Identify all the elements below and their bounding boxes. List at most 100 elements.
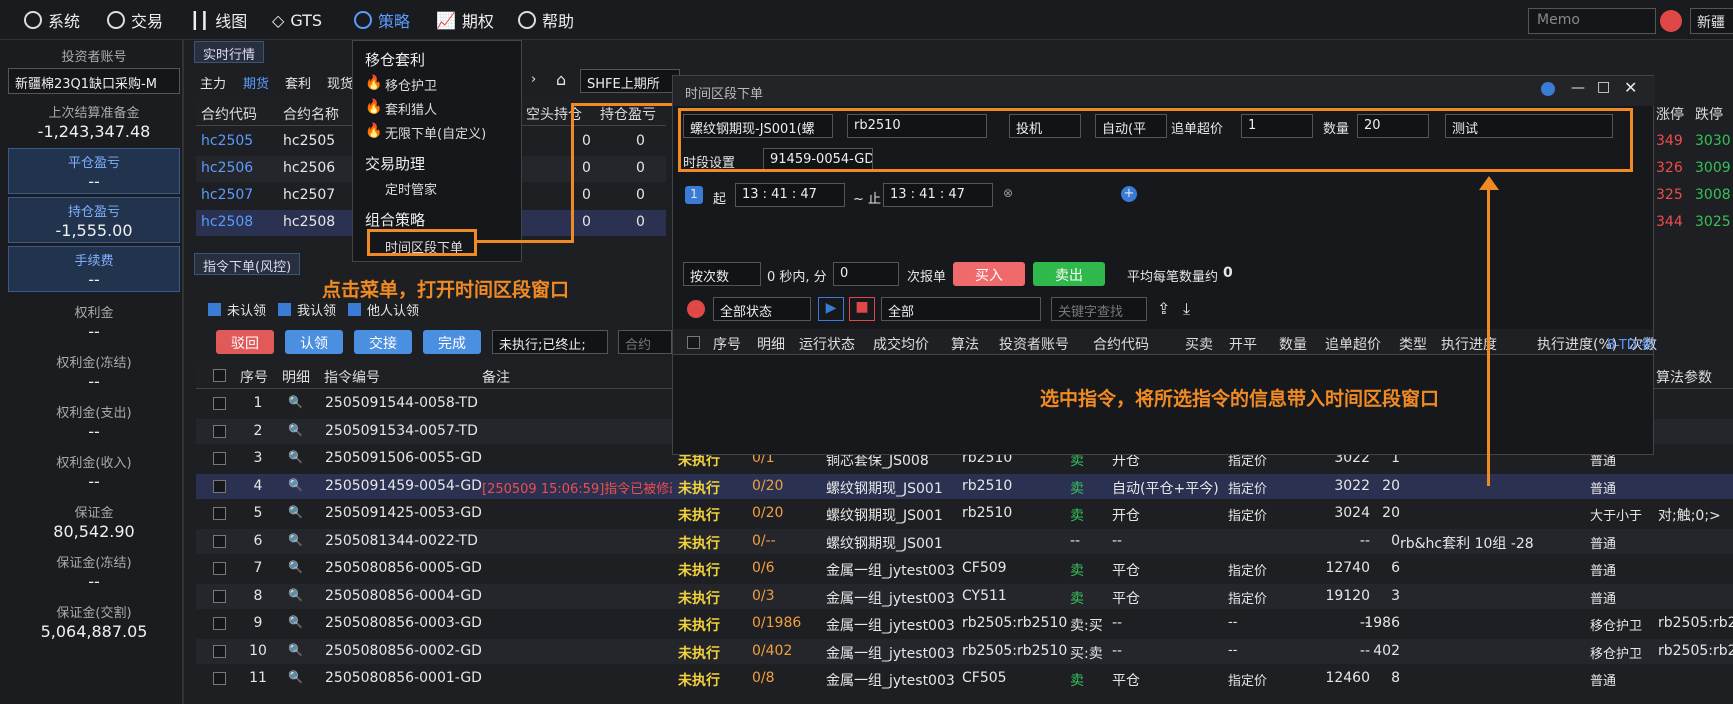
magnifier-icon[interactable]: 🔍 [288,478,303,492]
check-others[interactable]: 他人认领 [348,300,419,319]
magnifier-icon[interactable]: 🔍 [288,588,303,602]
subtab-futures[interactable]: 期货 [243,73,269,92]
cell-qty: 6 [1391,560,1400,576]
status-filter[interactable]: 未执行;已终止; [492,330,608,354]
keyword-search[interactable]: 关键字查找 [1051,297,1147,321]
minimize-icon[interactable]: — [1571,80,1585,96]
row-checkbox[interactable] [213,534,226,548]
play-icon[interactable]: ▶ [818,297,844,321]
subtab-main[interactable]: 主力 [200,73,226,92]
magnifier-icon[interactable]: 🔍 [288,560,303,574]
to-time[interactable]: 13 : 41 : 47 [883,183,993,207]
menu-gts[interactable]: ◇ GTS [272,9,322,31]
claim-button[interactable]: 认领 [285,330,343,354]
row-checkbox[interactable] [213,672,226,685]
checkbox[interactable] [208,303,221,316]
menu-strategy[interactable]: 策略 [354,9,410,31]
select-all-checkbox[interactable] [687,336,700,349]
subtab-arb[interactable]: 套利 [285,73,311,92]
table-row[interactable]: 🔍 9 2505080856-0003-GD 未执行 0/1986 金属一组_jytest… [196,611,1733,636]
stop-icon[interactable]: ■ [849,297,875,321]
row-checkbox[interactable] [213,424,226,438]
row-checkbox[interactable] [213,644,226,658]
field-label: 权利金 [74,306,114,321]
sell-button[interactable]: 卖出 [1033,262,1105,286]
contract-filter[interactable]: 合约 [618,330,672,354]
tab-orders[interactable]: 指令下单(风控) [194,253,301,275]
table-row[interactable]: 🔍 4 2505091459-0054-GD [250509 15:06:59]指令已… [196,473,1733,499]
col-pnl: 持仓盈亏 [600,107,656,123]
split-input[interactable]: 0 [833,262,899,286]
close-icon[interactable]: ✕ [1624,78,1637,97]
complete-button[interactable]: 完成 [423,330,481,354]
buy-button[interactable]: 买入 [953,262,1025,286]
cell-note: [250509 15:06:59]指令已被修改 [482,481,672,497]
checkbox[interactable] [348,303,361,316]
magnifier-icon[interactable]: 🔍 [288,450,303,464]
cell-prod: 螺纹钢期现_JS001 [826,535,943,552]
mode-select[interactable]: 按次数 [683,262,761,286]
magnifier-icon[interactable]: 🔍 [288,423,303,437]
account-select[interactable]: 新疆棉23Q1缺口采购-M [8,68,180,94]
account-filter[interactable]: 全部 [881,297,1041,321]
handover-button[interactable]: 交接 [354,330,412,354]
menu-item-arb-hunter[interactable]: 套利猎人 [385,99,437,118]
row-checkbox[interactable] [213,589,226,603]
table-row[interactable]: 🔍 11 2505080856-0001-GD 未执行 0/8 金属一组_jytest00… [196,666,1733,691]
row-checkbox[interactable] [213,507,226,520]
check-unclaimed[interactable]: 未认领 [208,300,266,319]
magnifier-icon[interactable]: 🔍 [288,533,303,547]
menu-item-rollover-guard[interactable]: 移仓护卫 [385,75,437,94]
chart-icon: 📈 [436,10,456,30]
delete-icon[interactable] [687,300,705,318]
menu-help[interactable]: 帮助 [518,9,574,31]
cell-id: 2505080856-0005-GD [325,560,482,576]
magnifier-icon[interactable]: 🔍 [288,395,303,409]
menu-trade[interactable]: 交易 [107,9,163,31]
menu-item-timer[interactable]: 定时管家 [385,179,437,198]
export-icon[interactable]: ⇪ [1157,299,1170,318]
import-icon[interactable]: ⤓ [1183,299,1190,319]
row-checkbox[interactable] [213,452,226,465]
table-row[interactable]: 🔍 6 2505081344-0022-TD 未执行 0/-- 螺纹钢期现_JS001 --… [196,528,1733,554]
row-checkbox[interactable] [213,397,226,410]
magnifier-icon[interactable]: 🔍 [288,670,303,684]
table-row[interactable]: 🔍 8 2505080856-0004-GD 未执行 0/3 金属一组_jytest003… [196,583,1733,609]
magnifier-icon[interactable]: 🔍 [288,615,303,629]
tab-quotes[interactable]: 实时行情 [194,41,265,63]
segment-index: 1 [685,186,703,204]
table-row[interactable]: 🔍 10 2505080856-0002-GD 未执行 0/402 金属一组_jytest… [196,638,1733,664]
status-select[interactable]: 全部状态 [713,297,811,321]
table-row[interactable]: 🔍 7 2505080856-0005-GD 未执行 0/6 金属一组_jytest003… [196,556,1733,581]
memo-input[interactable]: Memo [1528,8,1656,34]
menu-options[interactable]: 📈 期权 [436,9,494,32]
menu-system[interactable]: 系统 [24,9,80,31]
magnifier-icon[interactable]: 🔍 [288,505,303,519]
subtab-spot[interactable]: 现货 [327,73,353,92]
dialog-col: 成交均价 [873,337,929,353]
from-time[interactable]: 13 : 41 : 47 [735,183,845,207]
exchange-select[interactable]: SHFE上期所 [580,69,680,93]
table-row[interactable]: 🔍 5 2505091425-0053-GD 未执行 0/20 螺纹钢期现_JS001 rb… [196,501,1733,526]
menu-chart[interactable]: ┃┃ 线图 [190,9,247,32]
reject-button[interactable]: 驳回 [216,330,274,354]
row-checkbox[interactable] [213,617,226,630]
select-all-checkbox[interactable] [213,369,226,382]
checkbox[interactable] [278,303,291,316]
trash-icon[interactable] [1660,10,1682,32]
chevron-right-icon[interactable]: › [531,72,536,87]
check-mine[interactable]: 我认领 [278,300,336,319]
menu-item-unlimited[interactable]: 无限下单(自定义) [385,123,486,142]
maximize-icon[interactable]: □ [1597,79,1610,95]
magnifier-icon[interactable]: 🔍 [288,643,303,657]
account-select[interactable]: 新疆 [1690,8,1733,34]
row-checkbox[interactable] [213,479,226,493]
cell-no: 3 [253,450,263,466]
home-icon[interactable]: ⌂ [556,70,566,89]
add-icon[interactable]: + [1121,186,1137,202]
help-icon[interactable] [1541,82,1555,96]
col-note: 备注 [482,370,510,386]
remove-icon[interactable]: ⊗ [1003,186,1013,200]
row-checkbox[interactable] [213,562,226,575]
connector-line [571,103,673,106]
